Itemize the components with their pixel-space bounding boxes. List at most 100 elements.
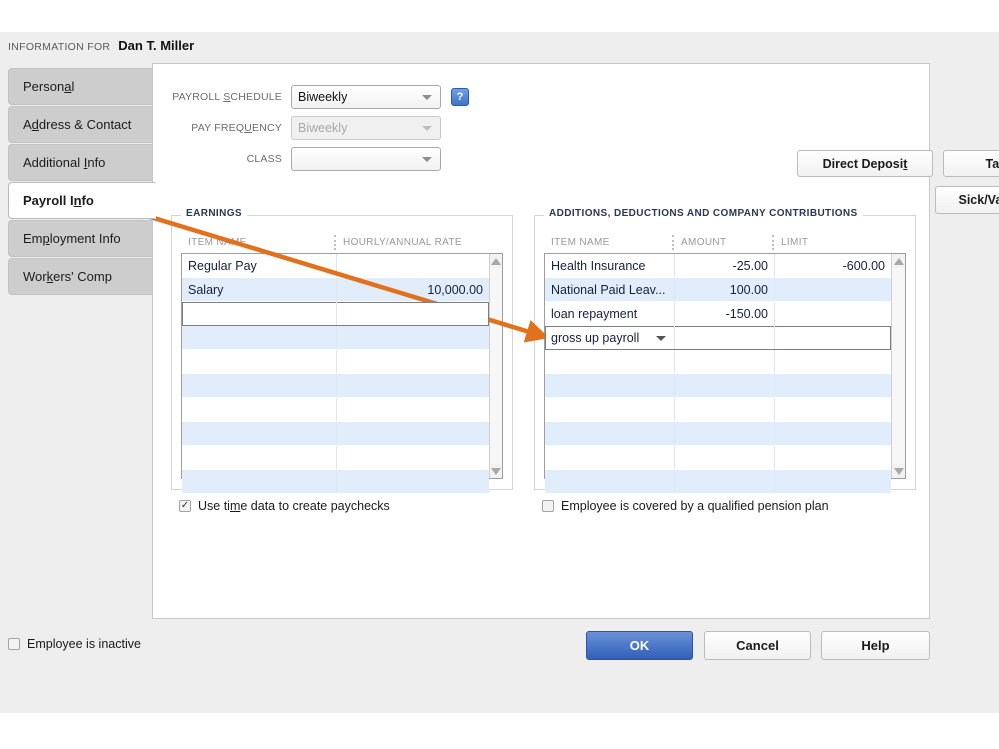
additions-amount-cell[interactable]: 100.00 xyxy=(675,278,775,301)
table-row[interactable]: Salary 10,000.00 xyxy=(182,278,489,302)
payroll-schedule-select[interactable]: Biweekly xyxy=(291,85,441,109)
earnings-item-name-cell[interactable] xyxy=(182,422,337,445)
earnings-item-name-cell[interactable] xyxy=(182,446,337,469)
earnings-item-name-cell[interactable]: Salary xyxy=(182,278,337,301)
table-row[interactable] xyxy=(182,398,489,422)
table-row[interactable]: Regular Pay xyxy=(182,254,489,278)
table-row[interactable]: loan repayment -150.00 xyxy=(545,302,891,326)
additions-grid-body[interactable]: Health Insurance -25.00 -600.00 National Pa… xyxy=(545,254,891,494)
earnings-rate-cell[interactable] xyxy=(337,374,489,397)
additions-limit-cell[interactable] xyxy=(775,374,891,397)
additions-item-name-cell[interactable] xyxy=(545,422,675,445)
table-row[interactable] xyxy=(182,374,489,398)
chevron-down-icon[interactable] xyxy=(656,335,666,341)
checkbox-box[interactable] xyxy=(542,500,554,512)
additions-amount-cell[interactable] xyxy=(675,350,775,373)
additions-item-name-cell[interactable]: loan repayment xyxy=(545,302,675,325)
additions-amount-cell[interactable] xyxy=(675,470,775,493)
sidebar-item-payroll-info[interactable]: Payroll Info xyxy=(8,182,156,219)
sidebar-item-additional-info[interactable]: Additional Info xyxy=(8,144,154,181)
table-row[interactable]: gross up payroll xyxy=(545,326,891,350)
sidebar-item-workers-comp[interactable]: Workers' Comp xyxy=(8,258,154,295)
additions-item-name-cell[interactable]: gross up payroll xyxy=(545,326,675,349)
table-row[interactable] xyxy=(182,470,489,494)
additions-item-name-cell[interactable]: Health Insurance xyxy=(545,254,675,277)
additions-limit-cell[interactable] xyxy=(775,446,891,469)
earnings-rate-cell[interactable] xyxy=(337,326,489,349)
table-row[interactable] xyxy=(182,302,489,326)
additions-item-name-cell[interactable] xyxy=(545,470,675,493)
earnings-item-name-cell[interactable] xyxy=(182,374,337,397)
additions-amount-cell[interactable] xyxy=(675,422,775,445)
table-row[interactable] xyxy=(182,326,489,350)
earnings-item-name-cell[interactable] xyxy=(182,350,337,373)
additions-amount-cell[interactable] xyxy=(675,326,775,349)
earnings-grid[interactable]: Regular Pay Salary 10,000.00 xyxy=(181,253,503,494)
scroll-track[interactable] xyxy=(892,268,905,464)
checkbox-box[interactable]: ✓ xyxy=(179,500,191,512)
additions-item-name-cell[interactable] xyxy=(545,350,675,373)
sidebar-item-address-contact[interactable]: Address & Contact xyxy=(8,106,154,143)
help-button[interactable]: Help xyxy=(821,631,930,660)
additions-item-name-cell[interactable] xyxy=(545,374,675,397)
additions-grid[interactable]: Health Insurance -25.00 -600.00 National Pa… xyxy=(544,253,906,494)
sick-vacation-button[interactable]: Sick/Vacation... xyxy=(935,186,999,214)
table-row[interactable] xyxy=(182,350,489,374)
earnings-rate-cell[interactable]: 10,000.00 xyxy=(337,278,489,301)
scroll-down-icon[interactable] xyxy=(490,464,502,478)
sidebar-item-personal[interactable]: Personal xyxy=(8,68,154,105)
earnings-rate-cell[interactable] xyxy=(337,254,489,277)
pension-plan-checkbox[interactable]: Employee is covered by a qualified pensi… xyxy=(542,499,829,513)
earnings-item-name-cell[interactable] xyxy=(182,470,337,493)
table-row[interactable] xyxy=(545,398,891,422)
table-row[interactable] xyxy=(182,422,489,446)
additions-item-name-cell[interactable]: National Paid Leav... xyxy=(545,278,675,301)
employee-inactive-checkbox[interactable]: Employee is inactive xyxy=(8,637,141,651)
additions-limit-cell[interactable] xyxy=(775,302,891,325)
earnings-rate-cell[interactable] xyxy=(337,470,489,493)
direct-deposit-button[interactable]: Direct Deposit xyxy=(797,150,933,177)
scroll-track[interactable] xyxy=(490,268,502,464)
additions-amount-cell[interactable] xyxy=(675,398,775,421)
earnings-rate-cell[interactable] xyxy=(337,302,489,325)
earnings-item-name-cell[interactable] xyxy=(182,326,337,349)
additions-item-name-cell[interactable] xyxy=(545,446,675,469)
additions-amount-cell[interactable]: -150.00 xyxy=(675,302,775,325)
additions-amount-cell[interactable] xyxy=(675,374,775,397)
table-row[interactable] xyxy=(545,350,891,374)
table-row[interactable] xyxy=(545,470,891,494)
table-row[interactable] xyxy=(545,446,891,470)
earnings-rate-cell[interactable] xyxy=(337,446,489,469)
table-row[interactable] xyxy=(545,422,891,446)
scroll-down-icon[interactable] xyxy=(892,464,905,478)
additions-limit-cell[interactable] xyxy=(775,470,891,493)
earnings-grid-body[interactable]: Regular Pay Salary 10,000.00 xyxy=(182,254,489,494)
table-row[interactable] xyxy=(182,446,489,470)
additions-limit-cell[interactable]: -600.00 xyxy=(775,254,891,277)
additions-limit-cell[interactable] xyxy=(775,350,891,373)
sidebar-item-employment-info[interactable]: Employment Info xyxy=(8,220,154,257)
table-row[interactable] xyxy=(545,374,891,398)
help-icon[interactable]: ? xyxy=(451,88,469,106)
additions-item-name-cell[interactable] xyxy=(545,398,675,421)
table-row[interactable]: National Paid Leav... 100.00 xyxy=(545,278,891,302)
ok-button[interactable]: OK xyxy=(586,631,693,660)
class-select[interactable] xyxy=(291,147,441,171)
additions-amount-cell[interactable] xyxy=(675,446,775,469)
earnings-rate-cell[interactable] xyxy=(337,350,489,373)
additions-limit-cell[interactable] xyxy=(775,398,891,421)
use-time-data-checkbox[interactable]: ✓ Use time data to create paychecks xyxy=(179,499,390,513)
additions-limit-cell[interactable] xyxy=(775,326,891,349)
additions-scrollbar[interactable] xyxy=(891,254,905,478)
earnings-item-name-cell[interactable]: Regular Pay xyxy=(182,254,337,277)
taxes-button[interactable]: Taxes... xyxy=(943,150,999,177)
scroll-up-icon[interactable] xyxy=(490,254,502,268)
earnings-rate-cell[interactable] xyxy=(337,422,489,445)
cancel-button[interactable]: Cancel xyxy=(704,631,811,660)
earnings-item-name-cell[interactable] xyxy=(182,302,337,325)
checkbox-box[interactable] xyxy=(8,638,20,650)
additions-limit-cell[interactable] xyxy=(775,278,891,301)
table-row[interactable]: Health Insurance -25.00 -600.00 xyxy=(545,254,891,278)
additions-amount-cell[interactable]: -25.00 xyxy=(675,254,775,277)
additions-limit-cell[interactable] xyxy=(775,422,891,445)
